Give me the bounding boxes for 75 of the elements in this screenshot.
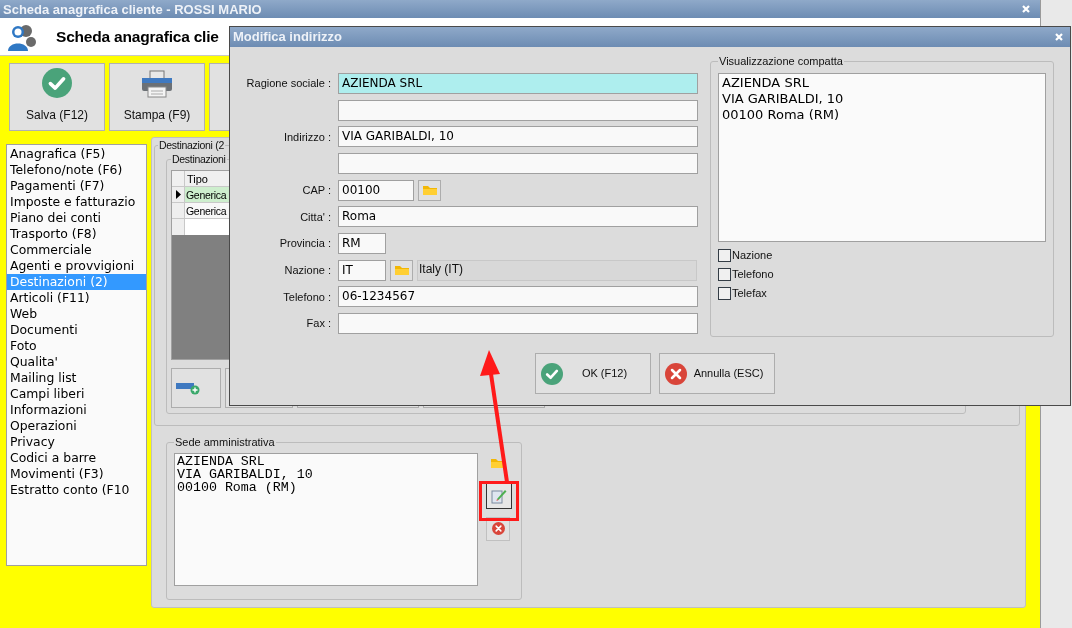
sidebar-item[interactable]: Telefono/note (F6)	[7, 162, 146, 178]
input-field[interactable]: RM	[338, 232, 386, 254]
cancel-icon	[491, 522, 505, 535]
dialog-title: Modifica indirizzo	[233, 28, 343, 47]
checkbox[interactable]	[718, 267, 731, 281]
window-title: Scheda anagrafica cliente - ROSSI MARIO	[3, 2, 262, 16]
cancel-icon	[665, 362, 687, 385]
field-label: Nazione :	[284, 262, 331, 278]
sidebar-item[interactable]: Mailing list	[7, 370, 146, 386]
field-label: Provincia :	[279, 236, 331, 252]
input-field[interactable]: IT	[338, 259, 386, 281]
group-title: Destinazioni (2	[158, 138, 225, 153]
sidebar-item[interactable]: Campi liberi	[7, 386, 146, 402]
folder-icon	[421, 184, 438, 197]
input-field[interactable]: 00100	[338, 179, 414, 201]
folder-icon	[490, 456, 506, 469]
sidebar-item[interactable]: Informazioni	[7, 402, 146, 418]
field-label: Telefono :	[283, 289, 331, 305]
highlight-frame	[479, 481, 519, 521]
sidebar-item[interactable]: Articoli (F11)	[7, 290, 146, 306]
save-button[interactable]: Salva (F12)	[9, 63, 105, 131]
checkbox[interactable]	[718, 248, 731, 262]
add-row-icon	[176, 380, 200, 395]
group-title: Destinazioni	[171, 151, 227, 167]
checkbox-label: Nazione	[732, 247, 773, 263]
edit-button[interactable]	[486, 482, 512, 509]
preview-box: AZIENDA SRL VIA GARIBALDI, 10 00100 Roma (RM)	[718, 72, 1046, 242]
sidebar-item[interactable]: Agenti e provvigioni	[7, 258, 146, 274]
add-button[interactable]	[171, 367, 221, 408]
group-title: Sede amministrativa	[174, 435, 276, 450]
input-field[interactable]: Roma	[338, 206, 698, 228]
close-icon[interactable]	[1054, 32, 1064, 42]
ok-button[interactable]: OK (F12)	[535, 353, 651, 394]
checkmark-icon	[541, 362, 563, 385]
sidebar-item[interactable]: Trasporto (F8)	[7, 226, 146, 242]
input-field[interactable]	[338, 152, 698, 174]
input-field[interactable]: VIA GARIBALDI, 10	[338, 126, 698, 148]
printer-icon	[141, 70, 173, 98]
field-label: Indirizzo :	[283, 129, 331, 145]
sidebar-item[interactable]: Commerciale	[7, 242, 146, 258]
sidebar-item[interactable]: Imposte e fatturazio	[7, 194, 146, 210]
current-row-icon	[175, 189, 181, 199]
address-box[interactable]: AZIENDA SRL VIA GARIBALDI, 10 00100 Roma (RM)	[174, 452, 478, 586]
sidebar-item[interactable]: Operazioni	[7, 418, 146, 434]
checkbox[interactable]	[718, 286, 731, 300]
sidebar-item[interactable]: Pagamenti (F7)	[7, 178, 146, 194]
sidebar-item[interactable]: Web	[7, 306, 146, 322]
field-label: Ragione sociale :	[246, 76, 331, 92]
close-icon[interactable]	[1021, 4, 1031, 14]
sidebar-item[interactable]: Qualita'	[7, 354, 146, 370]
cancel-button[interactable]: Annulla (ESC)	[659, 353, 775, 394]
print-button[interactable]: Stampa (F9)	[109, 63, 205, 131]
folder-icon	[393, 264, 410, 277]
sidebar-item[interactable]: Movimenti (F3)	[7, 466, 146, 482]
input-field[interactable]	[338, 99, 698, 121]
input-field[interactable]: 06-1234567	[338, 286, 698, 308]
sidebar-item[interactable]: Estratto conto (F10	[7, 482, 146, 498]
sidebar-item[interactable]: Codici a barre	[7, 450, 146, 466]
sidebar-item[interactable]: Privacy	[7, 434, 146, 450]
checkbox-label: Telefax	[732, 285, 767, 301]
checkbox-label: Telefono	[732, 266, 774, 282]
field-label: Fax :	[306, 316, 331, 332]
input-field[interactable]	[338, 312, 698, 334]
edit-icon	[491, 487, 507, 504]
input-field[interactable]: AZIENDA SRL	[338, 73, 698, 94]
sidebar-item[interactable]: Documenti	[7, 322, 146, 338]
sidebar-item[interactable]: Anagrafica (F5)	[7, 146, 146, 162]
lookup-button[interactable]	[390, 259, 413, 281]
sidebar-item[interactable]: Piano dei conti	[7, 210, 146, 226]
country-name-field: Italy (IT)	[417, 259, 697, 281]
page-title: Scheda anagrafica clie	[56, 26, 219, 47]
lookup-button[interactable]	[418, 179, 441, 201]
checkmark-icon	[42, 68, 72, 98]
sidebar-item[interactable]: Foto	[7, 338, 146, 354]
group-title: Visualizzazione compatta	[718, 54, 844, 69]
